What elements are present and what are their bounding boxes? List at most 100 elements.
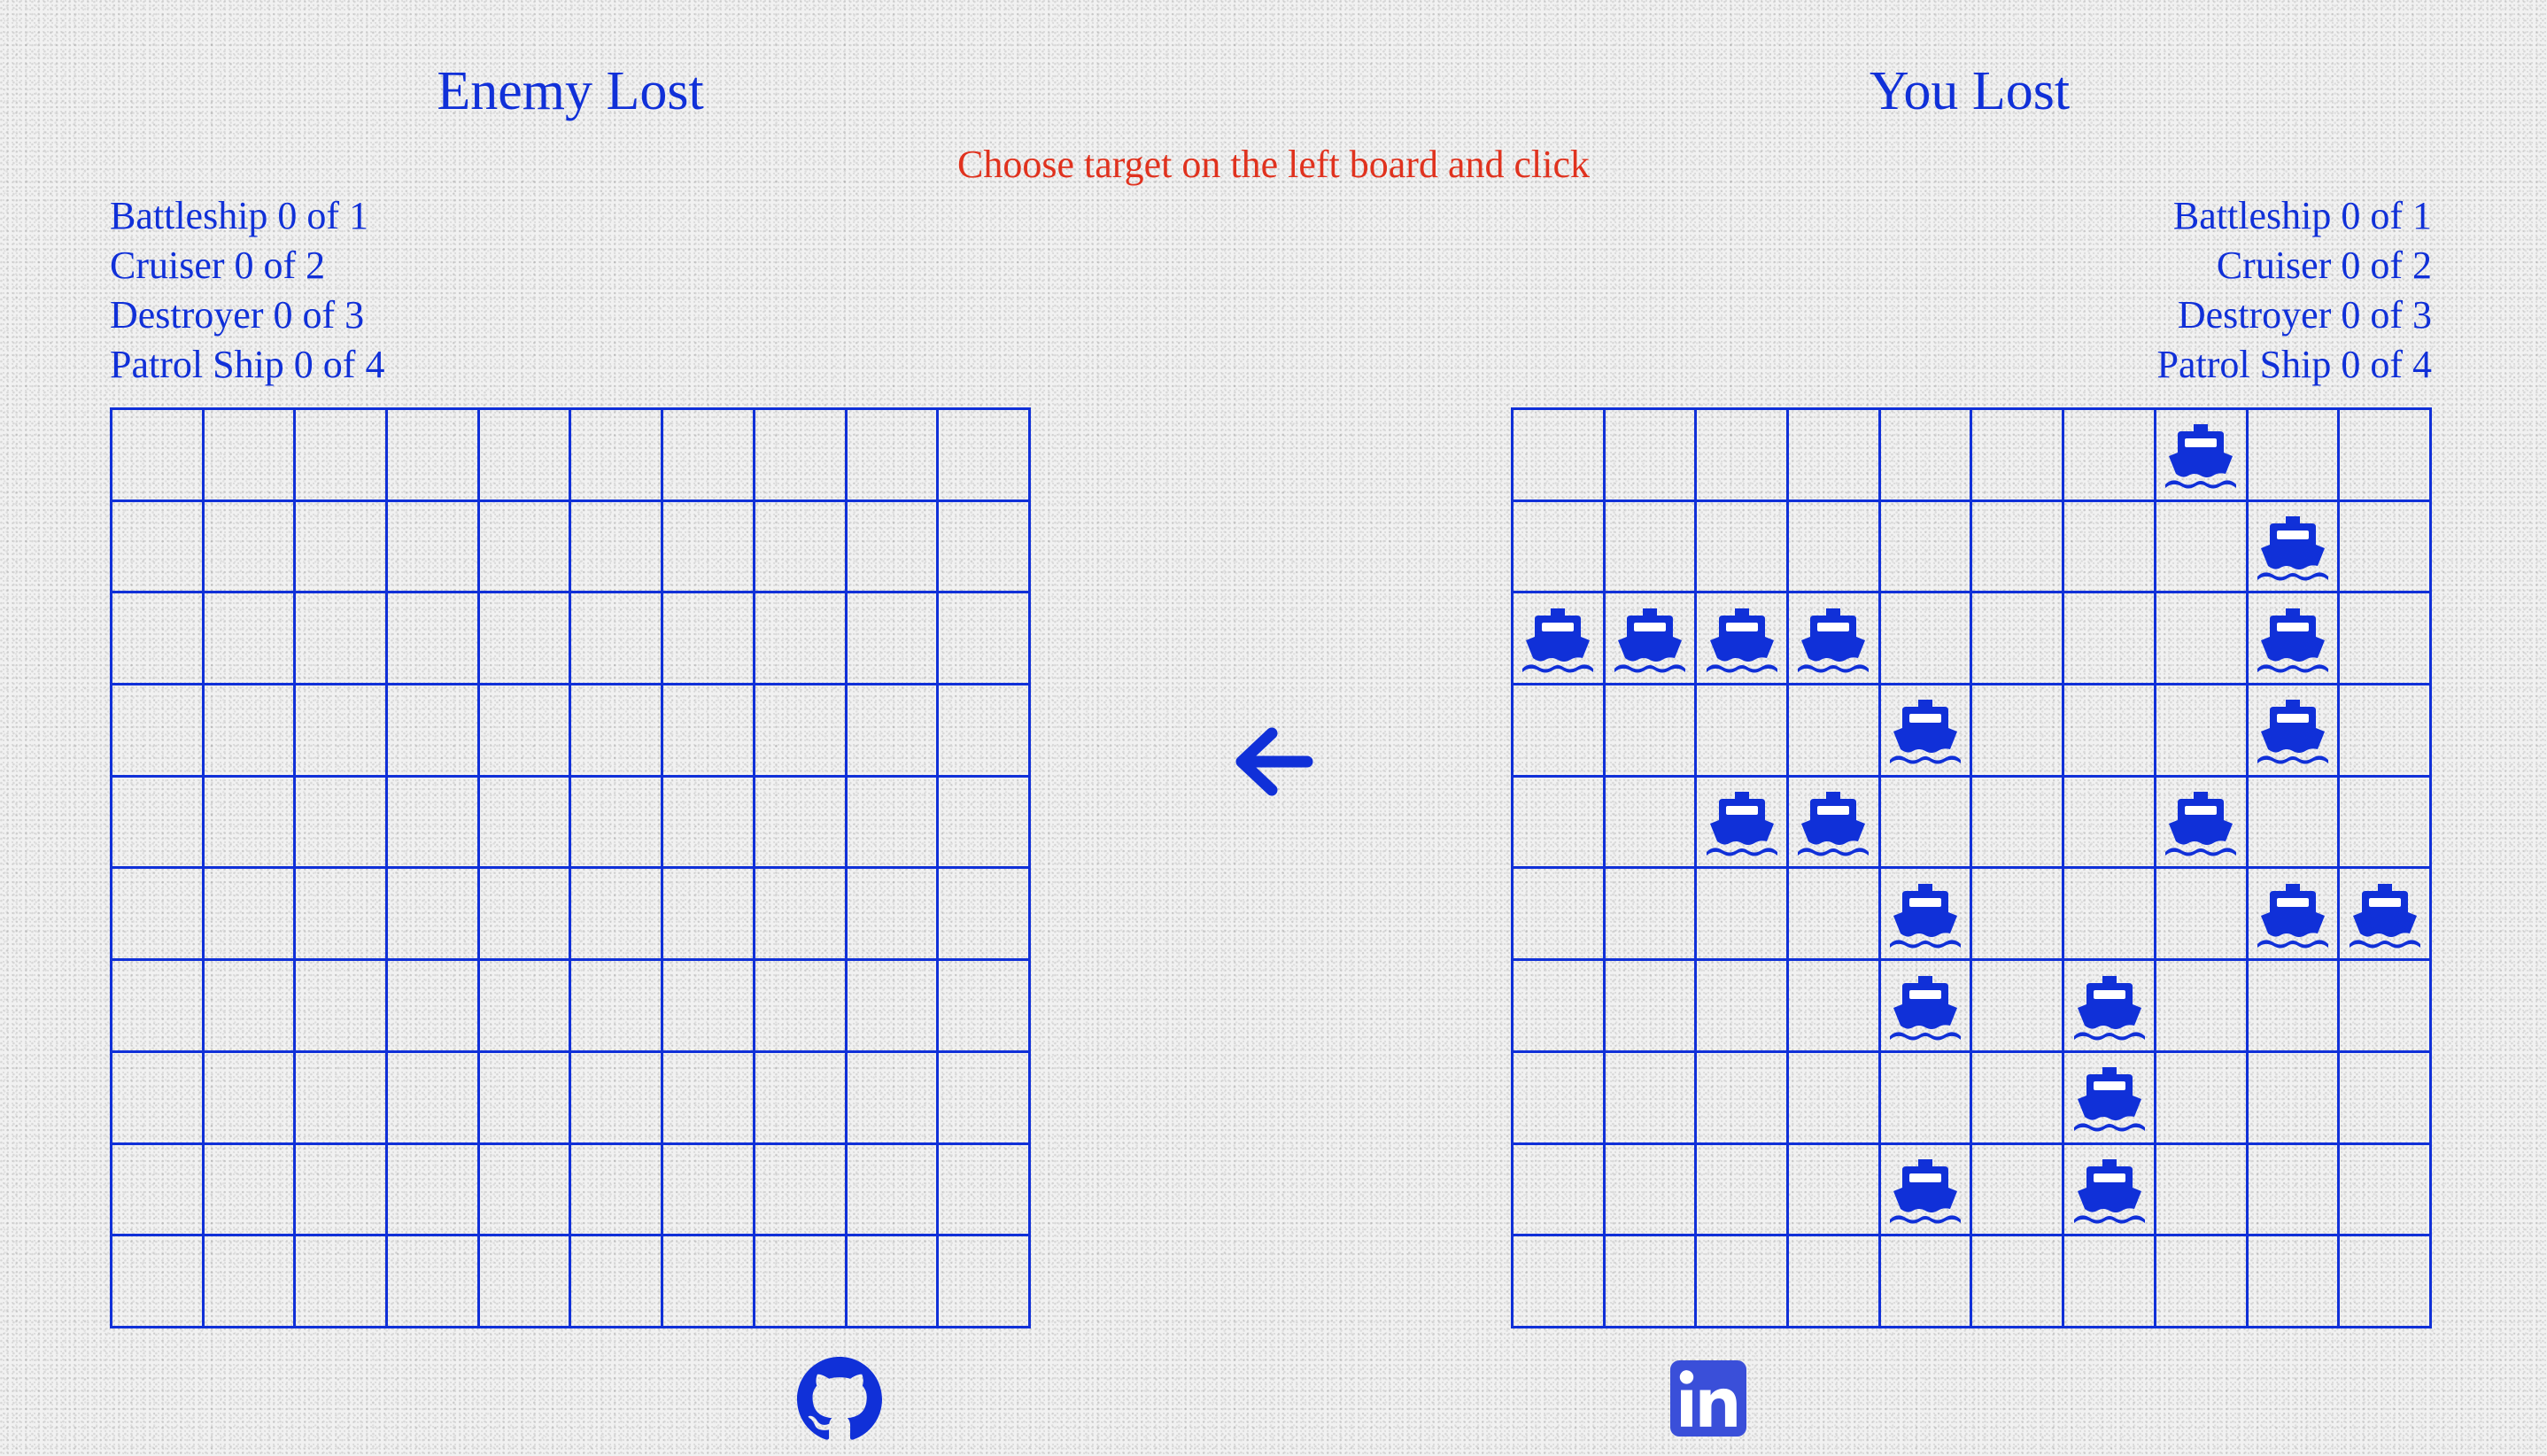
enemy-cell-C8[interactable] [296, 1052, 389, 1145]
enemy-cell-H4[interactable] [755, 685, 848, 778]
enemy-cell-A10[interactable] [112, 1236, 205, 1328]
enemy-cell-E1[interactable] [479, 410, 572, 502]
enemy-cell-F1[interactable] [571, 410, 664, 502]
enemy-cell-G2[interactable] [663, 501, 755, 594]
enemy-cell-J3[interactable] [939, 593, 1031, 686]
enemy-cell-H6[interactable] [755, 869, 848, 962]
enemy-cell-G7[interactable] [663, 961, 755, 1053]
enemy-cell-A5[interactable] [112, 777, 205, 870]
enemy-cell-B2[interactable] [204, 501, 297, 594]
enemy-cell-A4[interactable] [112, 685, 205, 778]
enemy-cell-C6[interactable] [296, 869, 389, 962]
enemy-cell-A3[interactable] [112, 593, 205, 686]
enemy-cell-D8[interactable] [388, 1052, 480, 1145]
enemy-cell-G9[interactable] [663, 1144, 755, 1237]
enemy-cell-B3[interactable] [204, 593, 297, 686]
enemy-cell-H8[interactable] [755, 1052, 848, 1145]
enemy-cell-E4[interactable] [479, 685, 572, 778]
enemy-cell-G8[interactable] [663, 1052, 755, 1145]
enemy-cell-D1[interactable] [388, 410, 480, 502]
enemy-cell-C7[interactable] [296, 961, 389, 1053]
enemy-cell-J5[interactable] [939, 777, 1031, 870]
enemy-cell-C2[interactable] [296, 501, 389, 594]
enemy-cell-I7[interactable] [847, 961, 940, 1053]
enemy-cell-J1[interactable] [939, 410, 1031, 502]
enemy-cell-J10[interactable] [939, 1236, 1031, 1328]
enemy-cell-H10[interactable] [755, 1236, 848, 1328]
enemy-cell-E9[interactable] [479, 1144, 572, 1237]
enemy-cell-A8[interactable] [112, 1052, 205, 1145]
enemy-cell-D4[interactable] [388, 685, 480, 778]
github-link[interactable] [797, 1357, 882, 1442]
enemy-cell-E3[interactable] [479, 593, 572, 686]
enemy-cell-D10[interactable] [388, 1236, 480, 1328]
enemy-cell-J4[interactable] [939, 685, 1031, 778]
enemy-cell-I3[interactable] [847, 593, 940, 686]
enemy-cell-B5[interactable] [204, 777, 297, 870]
enemy-cell-F5[interactable] [571, 777, 664, 870]
enemy-cell-C5[interactable] [296, 777, 389, 870]
enemy-cell-H2[interactable] [755, 501, 848, 594]
enemy-cell-I5[interactable] [847, 777, 940, 870]
enemy-cell-B8[interactable] [204, 1052, 297, 1145]
enemy-cell-A7[interactable] [112, 961, 205, 1053]
enemy-board[interactable] [110, 407, 1031, 1328]
enemy-cell-J7[interactable] [939, 961, 1031, 1053]
linkedin-link[interactable] [1670, 1360, 1746, 1437]
enemy-cell-D6[interactable] [388, 869, 480, 962]
enemy-cell-B6[interactable] [204, 869, 297, 962]
enemy-cell-H5[interactable] [755, 777, 848, 870]
enemy-cell-B4[interactable] [204, 685, 297, 778]
enemy-cell-F10[interactable] [571, 1236, 664, 1328]
enemy-cell-D5[interactable] [388, 777, 480, 870]
enemy-cell-D2[interactable] [388, 501, 480, 594]
enemy-cell-I10[interactable] [847, 1236, 940, 1328]
enemy-cell-B9[interactable] [204, 1144, 297, 1237]
enemy-cell-D9[interactable] [388, 1144, 480, 1237]
enemy-cell-I9[interactable] [847, 1144, 940, 1237]
enemy-cell-B10[interactable] [204, 1236, 297, 1328]
enemy-cell-I6[interactable] [847, 869, 940, 962]
enemy-cell-G5[interactable] [663, 777, 755, 870]
enemy-cell-E10[interactable] [479, 1236, 572, 1328]
enemy-cell-C3[interactable] [296, 593, 389, 686]
enemy-cell-A2[interactable] [112, 501, 205, 594]
enemy-cell-J2[interactable] [939, 501, 1031, 594]
enemy-cell-G4[interactable] [663, 685, 755, 778]
enemy-cell-A6[interactable] [112, 869, 205, 962]
enemy-cell-E5[interactable] [479, 777, 572, 870]
enemy-cell-F8[interactable] [571, 1052, 664, 1145]
enemy-cell-A1[interactable] [112, 410, 205, 502]
enemy-cell-E2[interactable] [479, 501, 572, 594]
enemy-cell-I4[interactable] [847, 685, 940, 778]
enemy-cell-G1[interactable] [663, 410, 755, 502]
enemy-cell-H9[interactable] [755, 1144, 848, 1237]
enemy-cell-G6[interactable] [663, 869, 755, 962]
enemy-cell-B1[interactable] [204, 410, 297, 502]
enemy-cell-H3[interactable] [755, 593, 848, 686]
enemy-cell-F9[interactable] [571, 1144, 664, 1237]
enemy-cell-I1[interactable] [847, 410, 940, 502]
enemy-cell-J6[interactable] [939, 869, 1031, 962]
enemy-cell-C4[interactable] [296, 685, 389, 778]
enemy-cell-E6[interactable] [479, 869, 572, 962]
enemy-cell-H7[interactable] [755, 961, 848, 1053]
enemy-cell-E8[interactable] [479, 1052, 572, 1145]
enemy-cell-C9[interactable] [296, 1144, 389, 1237]
enemy-cell-F3[interactable] [571, 593, 664, 686]
enemy-cell-B7[interactable] [204, 961, 297, 1053]
enemy-cell-E7[interactable] [479, 961, 572, 1053]
enemy-cell-F6[interactable] [571, 869, 664, 962]
enemy-cell-C1[interactable] [296, 410, 389, 502]
enemy-cell-D3[interactable] [388, 593, 480, 686]
enemy-cell-F7[interactable] [571, 961, 664, 1053]
enemy-cell-C10[interactable] [296, 1236, 389, 1328]
enemy-cell-D7[interactable] [388, 961, 480, 1053]
enemy-cell-F4[interactable] [571, 685, 664, 778]
enemy-cell-I8[interactable] [847, 1052, 940, 1145]
enemy-cell-I2[interactable] [847, 501, 940, 594]
enemy-cell-H1[interactable] [755, 410, 848, 502]
enemy-cell-J8[interactable] [939, 1052, 1031, 1145]
enemy-cell-J9[interactable] [939, 1144, 1031, 1237]
enemy-cell-G10[interactable] [663, 1236, 755, 1328]
